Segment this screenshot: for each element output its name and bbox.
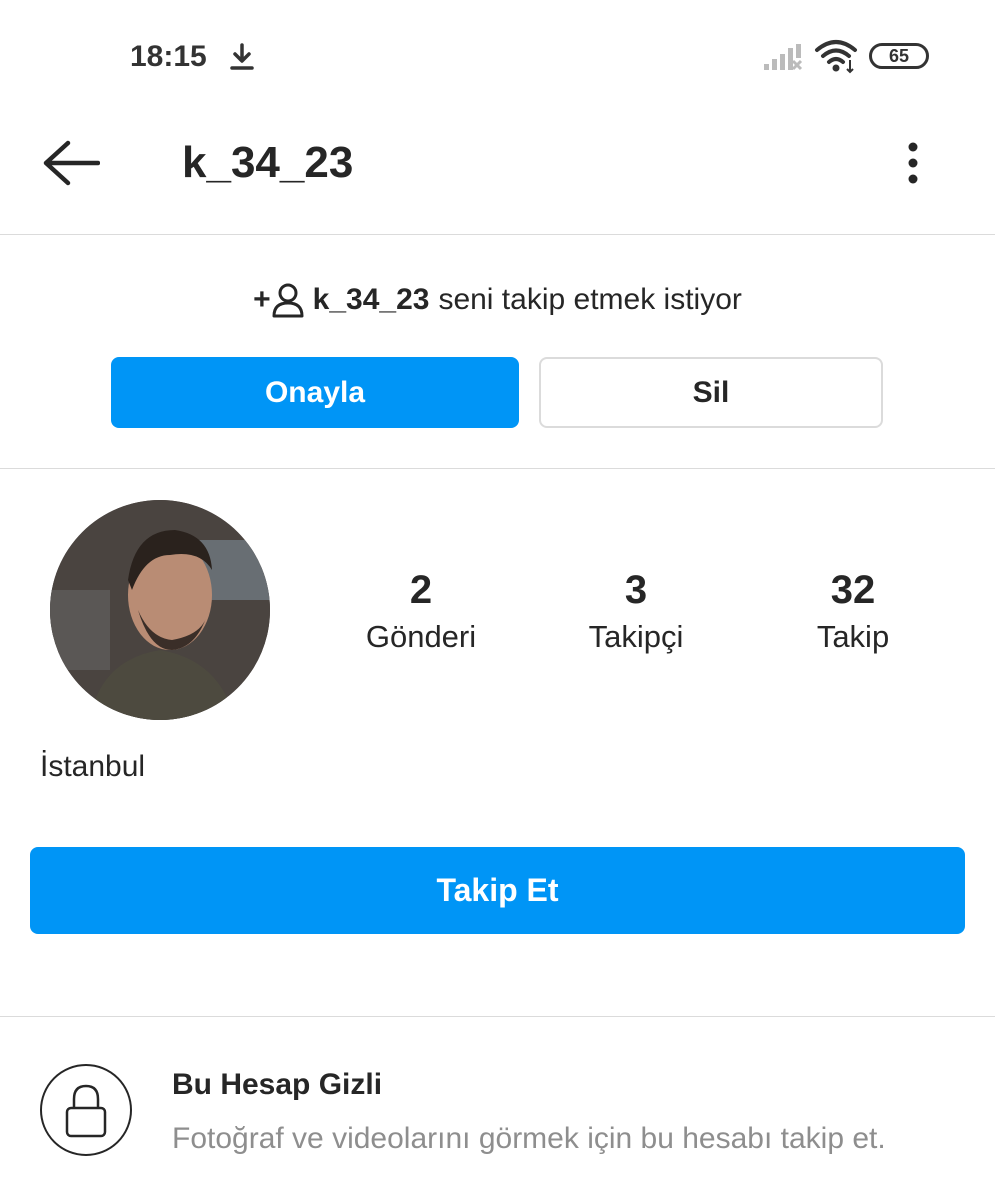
followers-label: Takipçi [588, 619, 684, 654]
profile-divider [0, 1016, 995, 1017]
posts-count: 2 [409, 568, 433, 612]
request-divider [0, 468, 995, 469]
lock-badge [40, 1064, 132, 1156]
follow-button[interactable]: Takip Et [30, 847, 965, 934]
request-text: seni takip etmek istiyor [438, 283, 742, 316]
signal-icon [764, 44, 803, 71]
add-user-icon [272, 283, 304, 318]
battery-indicator: 65 [869, 43, 929, 69]
status-time: 18:15 [130, 40, 207, 73]
private-account-description: Fotoğraf ve videolarını görmek için bu h… [172, 1122, 886, 1155]
followers-stat[interactable]: 3 Takipçi [536, 567, 736, 659]
confirm-button[interactable]: Onayla [111, 357, 519, 428]
avatar-photo [50, 500, 270, 720]
download-icon [230, 43, 254, 70]
lock-icon [65, 1084, 107, 1138]
posts-label: Gönderi [365, 619, 477, 654]
request-username[interactable]: k_34_23 [313, 283, 430, 317]
posts-stat[interactable]: 2 Gönderi [321, 567, 521, 659]
following-stat[interactable]: 32 Takip [753, 567, 953, 659]
private-account-title: Bu Hesap Gizli [172, 1068, 383, 1101]
profile-bio: İstanbul [40, 750, 146, 783]
page-title: k_34_23 [182, 138, 354, 187]
wifi-icon [815, 40, 857, 74]
following-count: 32 [830, 568, 876, 612]
following-label: Takip [816, 619, 890, 654]
more-options-icon[interactable] [900, 140, 926, 186]
followers-count: 3 [624, 568, 648, 612]
delete-button[interactable]: Sil [539, 357, 883, 428]
follow-request-message: + k_34_23 seni takip etmek istiyor [0, 282, 995, 318]
avatar[interactable] [50, 500, 270, 720]
header-divider [0, 234, 995, 235]
back-arrow-icon[interactable] [40, 138, 100, 188]
plus-sign: + [253, 283, 271, 316]
